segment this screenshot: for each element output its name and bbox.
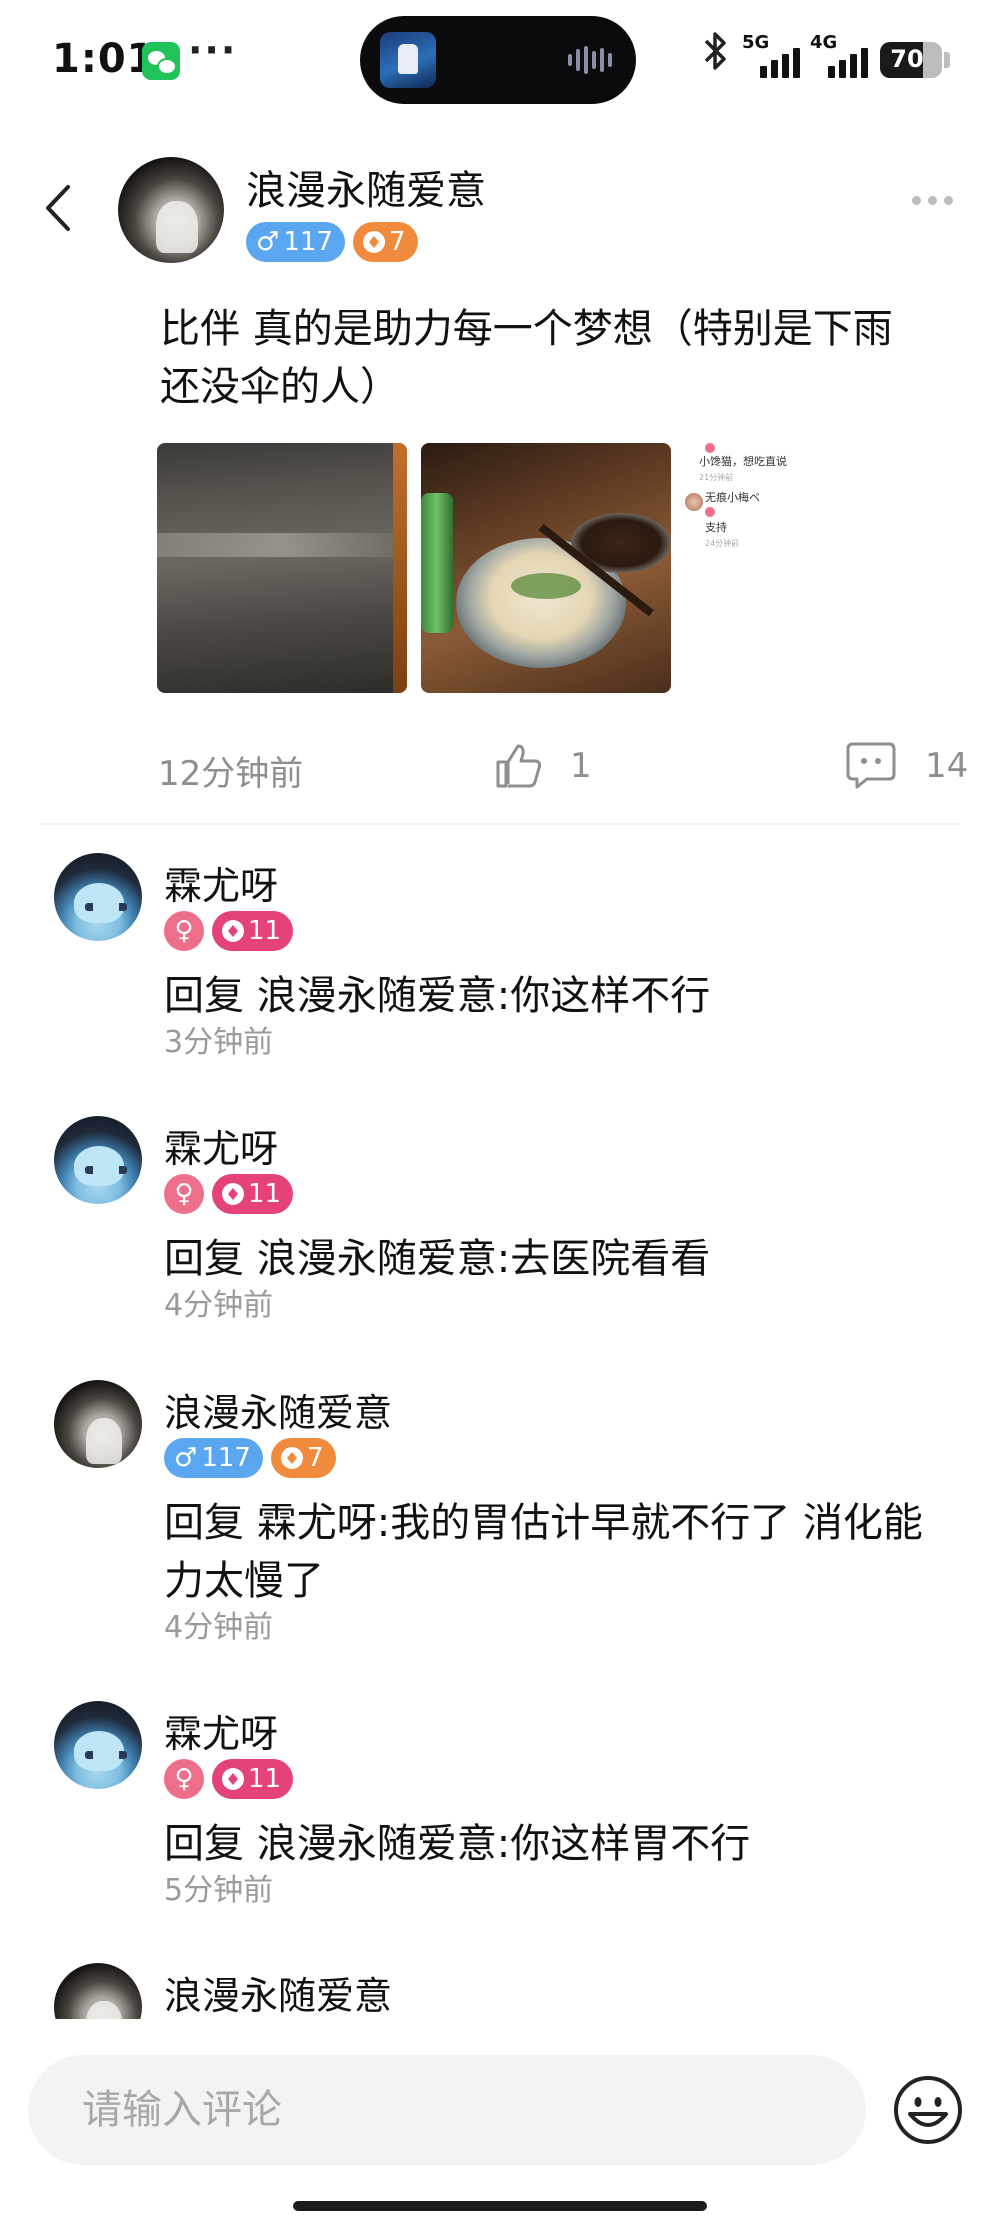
divider [40,823,960,825]
comment-text[interactable]: 回复 浪漫永随爱意:你这样不行 [164,967,954,1025]
mini-comment-time: 21分钟前 [699,473,734,482]
comment-text[interactable]: 回复 浪漫永随爱意:去医院看看 [164,1230,954,1288]
comment-time: 4分钟前 [164,1288,274,1323]
post-image-noodles[interactable] [421,443,671,693]
status-time: 1:01 [52,36,156,82]
comment-text[interactable]: 回复 霖尤呀:我的胃估计早就不行了 消化能力太慢了 [164,1494,954,1610]
comment-username[interactable]: 霖尤呀 [164,1118,278,1173]
comment-badges: ♀ 11 [164,911,294,951]
male-badge: ♂ 117 [246,222,345,262]
audio-wave-icon [568,46,612,74]
female-icon: ♀ [164,1174,204,1214]
music-cover-icon [380,32,436,88]
author-username[interactable]: 浪漫永随爱意 [246,158,486,216]
male-icon: ♂ [256,227,280,257]
level-badge: 11 [212,1174,294,1214]
comment-text[interactable]: 回复 浪漫永随爱意:你这样胃不行 [164,1815,954,1873]
post-image-street[interactable] [157,443,407,693]
post-text: 比伴 真的是助力每一个梦想（特别是下雨还没伞的人） [160,306,893,410]
level-icon [222,920,244,942]
male-badge-value: 117 [201,1443,251,1473]
post-images: 小馋猫，想吃直说 21分钟前 无痕小梅ベ 支持 24分钟前 [157,443,935,693]
bluetooth-icon [700,30,730,82]
comment-badges: ♀ 11 [164,1174,294,1214]
level-badge-value: 7 [388,227,406,257]
female-icon: ♀ [164,1759,204,1799]
like-icon[interactable] [494,740,544,790]
male-badge-value: 117 [283,227,333,257]
signal-5g-icon: 5G [742,32,804,78]
post-time: 12分钟前 [158,754,304,794]
dynamic-island[interactable] [360,16,636,104]
level-icon [222,1183,244,1205]
author-avatar[interactable] [118,157,224,263]
status-bar: 1:01 ··· 5G 4G 70 [0,0,1000,120]
mini-comment-time-2: 24分钟前 [705,539,740,548]
mini-comment-name: 无痕小梅ベ [705,491,760,504]
comment-avatar[interactable] [54,1963,142,2019]
comment-avatar[interactable] [54,1701,142,1789]
male-icon: ♂ [174,1443,198,1473]
comment-input[interactable] [82,2055,842,2165]
comment-username[interactable]: 霖尤呀 [164,855,278,910]
status-more-dots: ··· [188,28,238,72]
emoji-icon[interactable] [892,2074,964,2146]
level-badge: 11 [212,911,294,951]
comment-count: 14 [925,746,969,786]
level-badge-value: 11 [248,1764,282,1794]
level-icon [280,1447,303,1469]
post-meta: 12分钟前 1 14 [0,740,1000,796]
comment-badges: ♀ 11 [164,1759,294,1799]
comment-username[interactable]: 浪漫永随爱意 [164,1382,392,1437]
battery-percent: 70 [890,45,924,73]
mini-comment-text: 小馋猫，想吃直说 [699,455,787,468]
battery-icon: 70 [880,42,942,78]
comment-time: 5分钟前 [164,1873,274,1908]
comment-username[interactable]: 霖尤呀 [164,1703,278,1758]
comment-input-bar[interactable] [28,2055,866,2165]
level-badge: 11 [212,1759,294,1799]
post-image-screenshot[interactable]: 小馋猫，想吃直说 21分钟前 无痕小梅ベ 支持 24分钟前 [685,443,935,693]
comment-time: 3分钟前 [164,1025,274,1060]
comment-username[interactable]: 浪漫永随爱意 [164,1965,392,2019]
comment-avatar[interactable] [54,853,142,941]
comment-icon[interactable] [845,740,897,790]
comment-badges: ♂ 117 7 [164,1438,336,1478]
level-badge: 7 [352,222,418,262]
battery-tip [944,52,950,68]
comment-avatar[interactable] [54,1380,142,1468]
level-badge: 7 [270,1438,336,1478]
level-badge-value: 11 [248,916,282,946]
comment-time: 4分钟前 [164,1610,274,1645]
wechat-icon [142,42,180,80]
level-icon [362,231,385,253]
mini-avatar [685,493,703,511]
comment-item-partial: 浪漫永随爱意 [0,1963,1000,2019]
comment-avatar[interactable] [54,1116,142,1204]
mini-female-icon [705,443,715,453]
more-icon[interactable] [912,196,953,205]
male-badge: ♂ 117 [164,1438,263,1478]
mini-female-icon-2 [705,507,715,517]
level-badge-value: 11 [248,1179,282,1209]
back-icon[interactable] [42,183,76,233]
female-icon: ♀ [164,911,204,951]
like-count: 1 [570,746,592,786]
level-badge-value: 7 [306,1443,324,1473]
author-badges: ♂ 117 7 [246,222,418,262]
mini-comment-text-2: 支持 [705,521,727,534]
signal-4g-icon: 4G [810,32,872,78]
home-indicator[interactable] [293,2201,707,2211]
level-icon [222,1768,244,1790]
